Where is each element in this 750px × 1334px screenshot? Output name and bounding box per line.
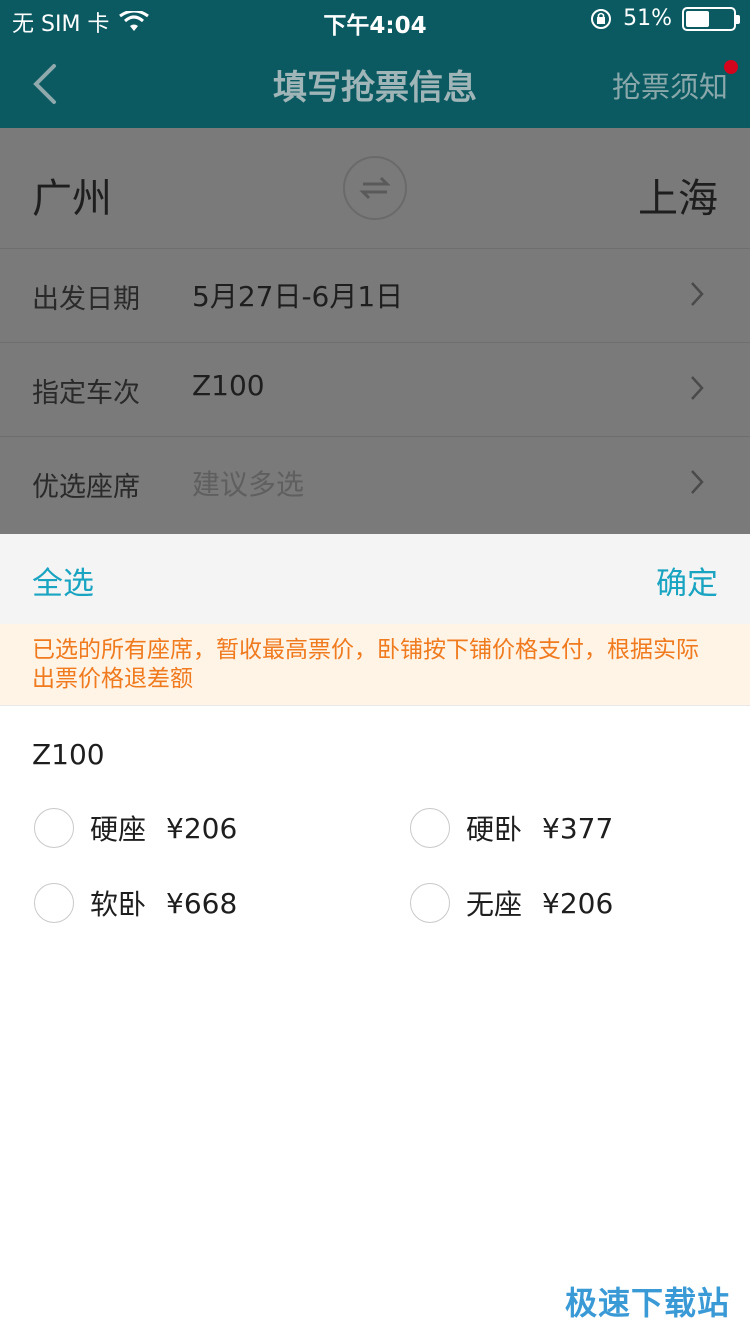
ticket-notice-link[interactable]: 抢票须知 [612, 64, 728, 106]
rotation-lock-icon [591, 8, 612, 29]
status-bar: 无 SIM 卡 下午4:04 51% [0, 0, 750, 40]
from-city[interactable]: 广州 [32, 166, 112, 224]
confirm-button[interactable]: 确定 [656, 558, 718, 603]
battery-percent: 51% [623, 6, 672, 31]
seat-name: 硬卧 [466, 813, 523, 846]
notification-dot [724, 60, 738, 74]
row-label: 出发日期 [32, 284, 140, 315]
train-number-label: Z100 [32, 738, 105, 771]
row-value: Z100 [192, 369, 265, 402]
select-all-button[interactable]: 全选 [32, 558, 94, 603]
battery-fill [686, 10, 709, 27]
seat-name: 硬座 [90, 813, 147, 846]
train-number-row[interactable]: 指定车次 Z100 [0, 342, 750, 436]
radio-button[interactable] [34, 808, 74, 848]
seat-option[interactable]: 硬卧 ¥377 [410, 808, 613, 848]
swap-icon[interactable] [343, 156, 407, 220]
status-right: 51% [589, 6, 740, 31]
seat-name: 无座 [466, 888, 523, 921]
row-label: 优选座席 [32, 472, 140, 503]
sheet-header: 全选 确定 [0, 534, 750, 624]
battery-icon [682, 6, 740, 31]
price-notice: 已选的所有座席，暂收最高票价，卧铺按下铺价格支付，根据实际出票价格退差额 [0, 624, 750, 706]
row-value: 5月27日-6月1日 [192, 280, 404, 313]
seat-preference-row[interactable]: 优选座席 建议多选 [0, 436, 750, 530]
seat-option[interactable]: 硬座 ¥206 [34, 808, 237, 848]
departure-date-row[interactable]: 出发日期 5月27日-6月1日 [0, 248, 750, 342]
watermark-text: 极速下载站 [564, 1284, 730, 1322]
dimmed-form[interactable]: 广州 上海 出发日期 5月27日-6月1日 指定车次 Z100 优选座席 建议多… [0, 128, 750, 534]
seat-price: ¥206 [542, 886, 614, 920]
chevron-right-icon [691, 282, 704, 306]
chevron-right-icon [691, 470, 704, 494]
radio-button[interactable] [34, 883, 74, 923]
seat-option[interactable]: 无座 ¥206 [410, 883, 613, 923]
row-label: 指定车次 [32, 378, 140, 409]
seat-price: ¥206 [166, 811, 238, 845]
seat-name: 软卧 [90, 888, 147, 921]
seat-price: ¥668 [166, 886, 238, 920]
to-city[interactable]: 上海 [638, 166, 718, 224]
radio-button[interactable] [410, 883, 450, 923]
seat-price: ¥377 [542, 811, 614, 845]
seat-option[interactable]: 软卧 ¥668 [34, 883, 237, 923]
row-placeholder: 建议多选 [192, 468, 305, 501]
radio-button[interactable] [410, 808, 450, 848]
chevron-right-icon [691, 376, 704, 400]
nav-bar: 填写抢票信息 抢票须知 [0, 40, 750, 128]
